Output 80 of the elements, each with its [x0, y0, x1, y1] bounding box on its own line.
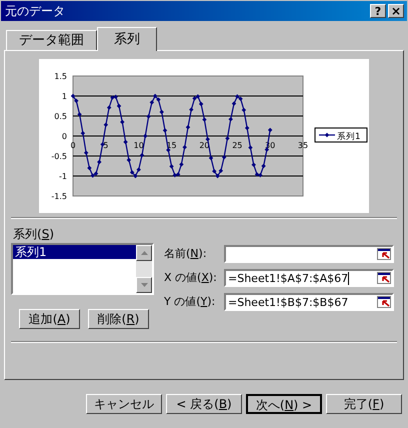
data-point: [87, 166, 92, 170]
field-value: =Sheet1!$B$7:$B$67: [228, 296, 348, 308]
data-point: [120, 120, 124, 124]
field-label: 名前(N):: [164, 246, 208, 262]
tab[interactable]: 系列: [97, 27, 157, 51]
data-point: [182, 145, 187, 150]
x-tick-label: 10: [134, 141, 144, 150]
data-point: [140, 153, 144, 158]
range-select-icon[interactable]: [377, 248, 391, 260]
data-point: [150, 100, 154, 105]
x-tick-label: 35: [298, 141, 308, 150]
data-point: [222, 155, 226, 160]
data-point: [116, 104, 122, 108]
y-tick-label: -1: [59, 172, 67, 181]
data-point: [206, 137, 210, 142]
y-tick-label: 1.5: [54, 72, 67, 81]
scroll-down-icon[interactable]: [136, 277, 152, 293]
wizard-button[interactable]: < 戻る(B): [166, 394, 242, 414]
series-listbox[interactable]: 系列1: [11, 243, 154, 295]
wizard-button[interactable]: 次へ(N) >: [246, 394, 322, 414]
data-point: [252, 162, 256, 167]
data-point: [143, 134, 148, 138]
reference-field[interactable]: =Sheet1!$A$7:$A$67: [224, 269, 394, 287]
data-point: [162, 128, 168, 133]
data-point: [80, 131, 86, 136]
data-point: [106, 105, 112, 110]
data-point: [225, 136, 230, 141]
series-list-item[interactable]: 系列1: [13, 245, 136, 259]
field-label: X の値(X):: [164, 270, 218, 286]
legend-label: 系列1: [337, 131, 360, 142]
data-point: [189, 107, 194, 112]
data-point: [77, 112, 82, 117]
data-point: [268, 128, 272, 132]
y-tick-label: 0: [62, 132, 67, 141]
data-point: [97, 160, 102, 164]
wizard-button[interactable]: キャンセル: [86, 394, 162, 414]
y-tick-label: 1: [62, 92, 67, 101]
data-point: [186, 125, 190, 130]
series-action-button[interactable]: 削除(R): [88, 309, 149, 329]
data-point: [104, 122, 108, 127]
data-point: [123, 140, 128, 144]
x-tick-label: 25: [232, 141, 242, 150]
data-point: [179, 162, 184, 167]
scroll-up-icon[interactable]: [136, 245, 152, 261]
reference-field[interactable]: [224, 245, 394, 263]
chart-legend: 系列1: [314, 128, 368, 142]
y-tick-label: -1.5: [51, 192, 67, 201]
x-tick-label: 5: [103, 141, 108, 150]
data-point: [126, 158, 132, 162]
close-button[interactable]: ×: [388, 4, 404, 18]
data-point: [146, 114, 151, 119]
data-point: [261, 164, 266, 168]
series-action-button[interactable]: 追加(A): [19, 309, 80, 329]
data-point: [242, 108, 246, 112]
data-point: [100, 142, 105, 147]
scrollbar[interactable]: [136, 245, 152, 293]
range-select-icon[interactable]: [377, 272, 391, 284]
reference-field[interactable]: =Sheet1!$B$7:$B$67: [224, 293, 394, 311]
data-point: [228, 117, 233, 122]
window-title: 元のデータ: [5, 3, 66, 20]
data-point: [136, 167, 141, 172]
data-point: [198, 102, 204, 106]
y-tick-label: 0.5: [54, 112, 67, 121]
data-point: [84, 150, 88, 155]
help-button[interactable]: ?: [370, 4, 386, 18]
x-tick-label: 0: [70, 141, 76, 150]
data-point: [160, 110, 164, 114]
field-label: Y の値(Y):: [164, 294, 216, 310]
y-tick-label: -0.5: [51, 152, 67, 161]
field-value: =Sheet1!$A$7:$A$67: [228, 272, 350, 284]
data-point: [208, 156, 214, 160]
tab[interactable]: データ範囲: [6, 30, 97, 50]
data-point: [202, 117, 207, 122]
data-point: [232, 101, 236, 106]
data-point: [248, 145, 253, 150]
data-point: [169, 164, 174, 169]
data-point: [244, 126, 250, 130]
range-select-icon[interactable]: [377, 296, 391, 308]
wizard-button[interactable]: 完了(F): [326, 394, 402, 414]
series-list-label: 系列(S): [13, 226, 55, 243]
